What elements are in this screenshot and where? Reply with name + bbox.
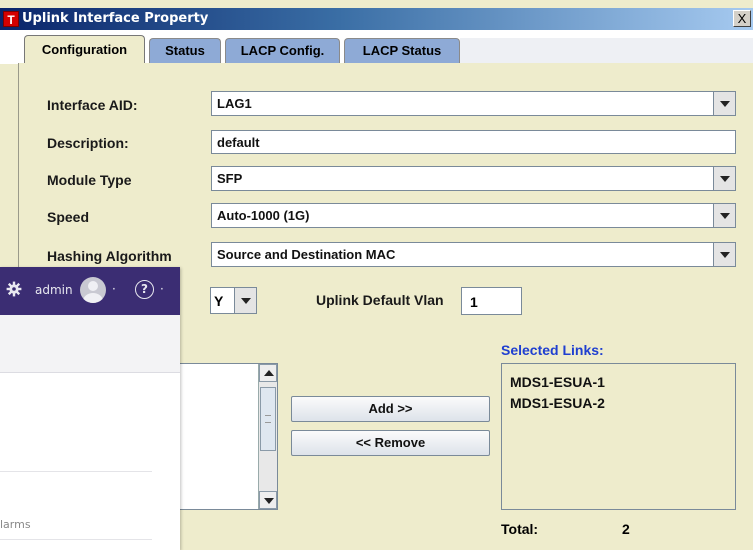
app-logo-icon: T: [3, 11, 19, 27]
web-app-header: admin · ? ·: [0, 267, 180, 315]
dialog-title: Uplink Interface Property: [22, 11, 209, 26]
scroll-down-icon[interactable]: [259, 491, 277, 509]
lacp-mode-value: Y: [214, 293, 224, 309]
user-name[interactable]: admin: [35, 283, 73, 297]
list-item[interactable]: MDS1-ESUA-1: [510, 374, 605, 390]
description-label: Description:: [47, 135, 129, 151]
dropdown-arrow-icon[interactable]: [713, 167, 735, 190]
avatar-icon[interactable]: [80, 277, 106, 303]
module-type-value: SFP: [217, 171, 243, 186]
module-type-label: Module Type: [47, 172, 132, 188]
scrollbar-thumb[interactable]: [260, 387, 276, 451]
hashing-algorithm-label: Hashing Algorithm: [47, 248, 172, 264]
dropdown-arrow-icon[interactable]: [713, 243, 735, 266]
uplink-default-vlan-field[interactable]: 1: [461, 287, 522, 315]
tab-strip: Configuration Status LACP Config. LACP S…: [0, 30, 753, 65]
selected-total-value: 2: [622, 521, 630, 537]
list-item[interactable]: MDS1-ESUA-2: [510, 395, 605, 411]
speed-select[interactable]: Auto-1000 (1G): [211, 203, 736, 228]
user-menu-caret[interactable]: ·: [112, 282, 116, 296]
dropdown-arrow-icon[interactable]: [234, 288, 256, 313]
description-value: default: [217, 135, 260, 150]
speed-label: Speed: [47, 209, 90, 225]
selected-links-list[interactable]: MDS1-ESUA-1 MDS1-ESUA-2: [501, 363, 736, 510]
help-icon[interactable]: ?: [135, 280, 154, 299]
interface-aid-select[interactable]: LAG1: [211, 91, 736, 116]
alarms-nav-item[interactable]: larms: [0, 518, 31, 531]
tab-lacp-status[interactable]: LACP Status: [344, 38, 460, 64]
available-links-scrollbar[interactable]: [258, 364, 277, 509]
background-web-app-window: admin · ? · larms: [0, 267, 180, 550]
module-type-select[interactable]: SFP: [211, 166, 736, 191]
uplink-default-vlan-value: 1: [470, 294, 478, 310]
dropdown-arrow-icon[interactable]: [713, 92, 735, 115]
tab-lacp-config[interactable]: LACP Config.: [225, 38, 340, 64]
dropdown-arrow-icon[interactable]: [713, 204, 735, 227]
hashing-algorithm-select[interactable]: Source and Destination MAC: [211, 242, 736, 267]
close-icon[interactable]: X: [733, 10, 751, 27]
speed-value: Auto-1000 (1G): [217, 208, 310, 223]
remove-button[interactable]: << Remove: [291, 430, 490, 456]
divider: [0, 471, 152, 472]
interface-aid-value: LAG1: [217, 96, 252, 111]
gear-icon[interactable]: [6, 281, 22, 297]
scroll-up-icon[interactable]: [259, 364, 277, 382]
web-app-subheader: [0, 315, 180, 373]
dialog-titlebar[interactable]: T Uplink Interface Property X: [0, 8, 753, 30]
tab-status[interactable]: Status: [149, 38, 221, 64]
hashing-algorithm-value: Source and Destination MAC: [217, 247, 396, 262]
lacp-mode-select[interactable]: Y: [210, 287, 257, 314]
uplink-default-vlan-label: Uplink Default Vlan: [316, 292, 444, 308]
help-menu-caret[interactable]: ·: [160, 282, 164, 296]
tab-configuration[interactable]: Configuration: [24, 35, 145, 65]
description-field[interactable]: default: [211, 130, 736, 154]
selected-links-label: Selected Links:: [501, 342, 604, 358]
tab-strip-fill: [460, 38, 753, 64]
interface-aid-label: Interface AID:: [47, 97, 138, 113]
selected-total-label: Total:: [501, 521, 539, 537]
add-button[interactable]: Add >>: [291, 396, 490, 422]
divider: [0, 539, 152, 540]
